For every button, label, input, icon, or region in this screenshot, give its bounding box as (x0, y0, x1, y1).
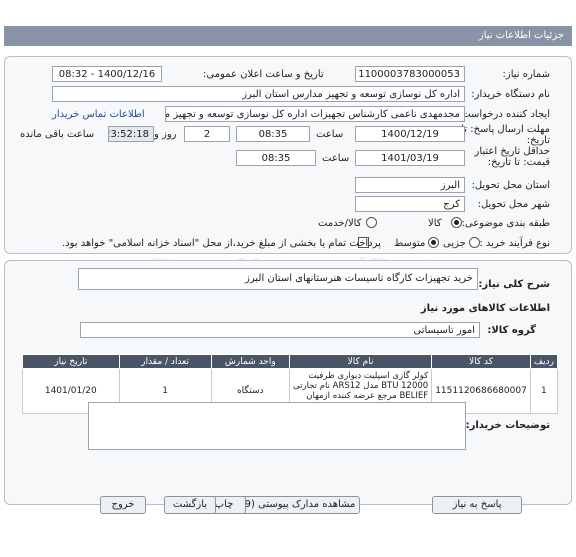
summary-field: خرید تجهیزات کارگاه تاسیسات هنرستانهای ا… (78, 268, 478, 290)
requester-label: ایجاد کننده درخواست: (457, 109, 550, 120)
announce-datetime-label: تاریخ و ساعت اعلان عمومی: (203, 69, 324, 80)
category-goods-radio[interactable] (451, 217, 462, 228)
goods-section-title: اطلاعات کالاهای مورد نیاز (420, 303, 550, 314)
col-qty: تعداد / مقدار (118, 354, 212, 369)
remaining-label: ساعت باقی مانده (20, 129, 95, 140)
category-goods-label: کالا (428, 218, 442, 229)
city-field: کرج (355, 196, 465, 212)
province-label: استان محل تحویل: (471, 180, 550, 191)
category-label: طبقه بندی موضوعی: (461, 218, 550, 229)
cell-row: 1 (529, 368, 559, 414)
payment-note: پرداخت تمام یا بخشی از مبلغ خرید،از محل … (62, 238, 381, 249)
goods-group-field: امور تاسیساتی (80, 322, 480, 338)
days-label: روز و (154, 129, 177, 140)
col-date: تاریخ نیاز (22, 354, 120, 369)
purchase-minor-label: جزیی (443, 238, 466, 249)
validity-time: 08:35 (236, 150, 316, 166)
buyer-notes-field (88, 402, 466, 450)
category-goods-service-label: کالا/خدمت (318, 218, 362, 229)
need-number-label: شماره نیاز: (502, 69, 551, 80)
reply-time-label: ساعت (316, 129, 344, 140)
exit-button[interactable]: خروج (100, 496, 146, 514)
announce-datetime-field: 1400/12/16 - 08:32 (52, 66, 162, 82)
reply-deadline-date: 1400/12/19 (355, 126, 465, 142)
need-number-field: 1100003783000053 (355, 66, 465, 82)
goods-table-header: ردیف کد کالا نام کالا واحد شمارش تعداد /… (22, 354, 559, 369)
reply-button[interactable]: پاسخ به نیاز (432, 496, 522, 514)
reply-deadline-label: مهلت ارسال پاسخ: تا تاریخ: (461, 124, 550, 146)
col-unit: واحد شمارش (210, 354, 290, 369)
validity-time-label: ساعت (322, 153, 350, 164)
purchase-type-label: نوع فرآیند خرید : (479, 238, 550, 249)
contact-info-link[interactable]: اطلاعات تماس خریدار (52, 109, 145, 120)
remaining-time: 23:52:18 (108, 126, 154, 142)
city-label: شهر محل تحویل: (477, 199, 550, 210)
validity-label: حداقل تاریخ اعتبار قیمت: تا تاریخ: (474, 146, 550, 168)
attachments-button[interactable]: مشاهده مدارک پیوستی (9) (236, 496, 360, 514)
validity-date: 1401/03/19 (355, 150, 465, 166)
purchase-minor-radio[interactable] (469, 237, 480, 248)
buyer-org-label: نام دستگاه خریدار: (471, 89, 550, 100)
buyer-org-field: اداره کل نوسازی توسعه و تجهیز مدارس استا… (52, 86, 465, 102)
buyer-notes-label: توضیحات خریدار: (465, 420, 550, 431)
back-button[interactable]: بازگشت (164, 496, 216, 514)
col-row: ردیف (529, 354, 559, 369)
col-name: نام کالا (288, 354, 433, 369)
days-count: 2 (184, 126, 230, 142)
purchase-medium-radio[interactable] (428, 237, 439, 248)
goods-group-label: گروه کالا: (487, 325, 536, 336)
col-code: کد کالا (431, 354, 531, 369)
reply-deadline-time: 08:35 (236, 126, 310, 142)
purchase-medium-label: متوسط (394, 238, 426, 249)
requester-field: مجدمهدی ناعمی کارشناس تجهیزات اداره کل ن… (165, 106, 465, 122)
province-field: البرز (355, 177, 465, 193)
category-goods-service-radio[interactable] (366, 217, 377, 228)
page-title: جزئیات اطلاعات نیاز (4, 26, 572, 46)
summary-label: شرح کلی نیاز: (478, 279, 550, 290)
